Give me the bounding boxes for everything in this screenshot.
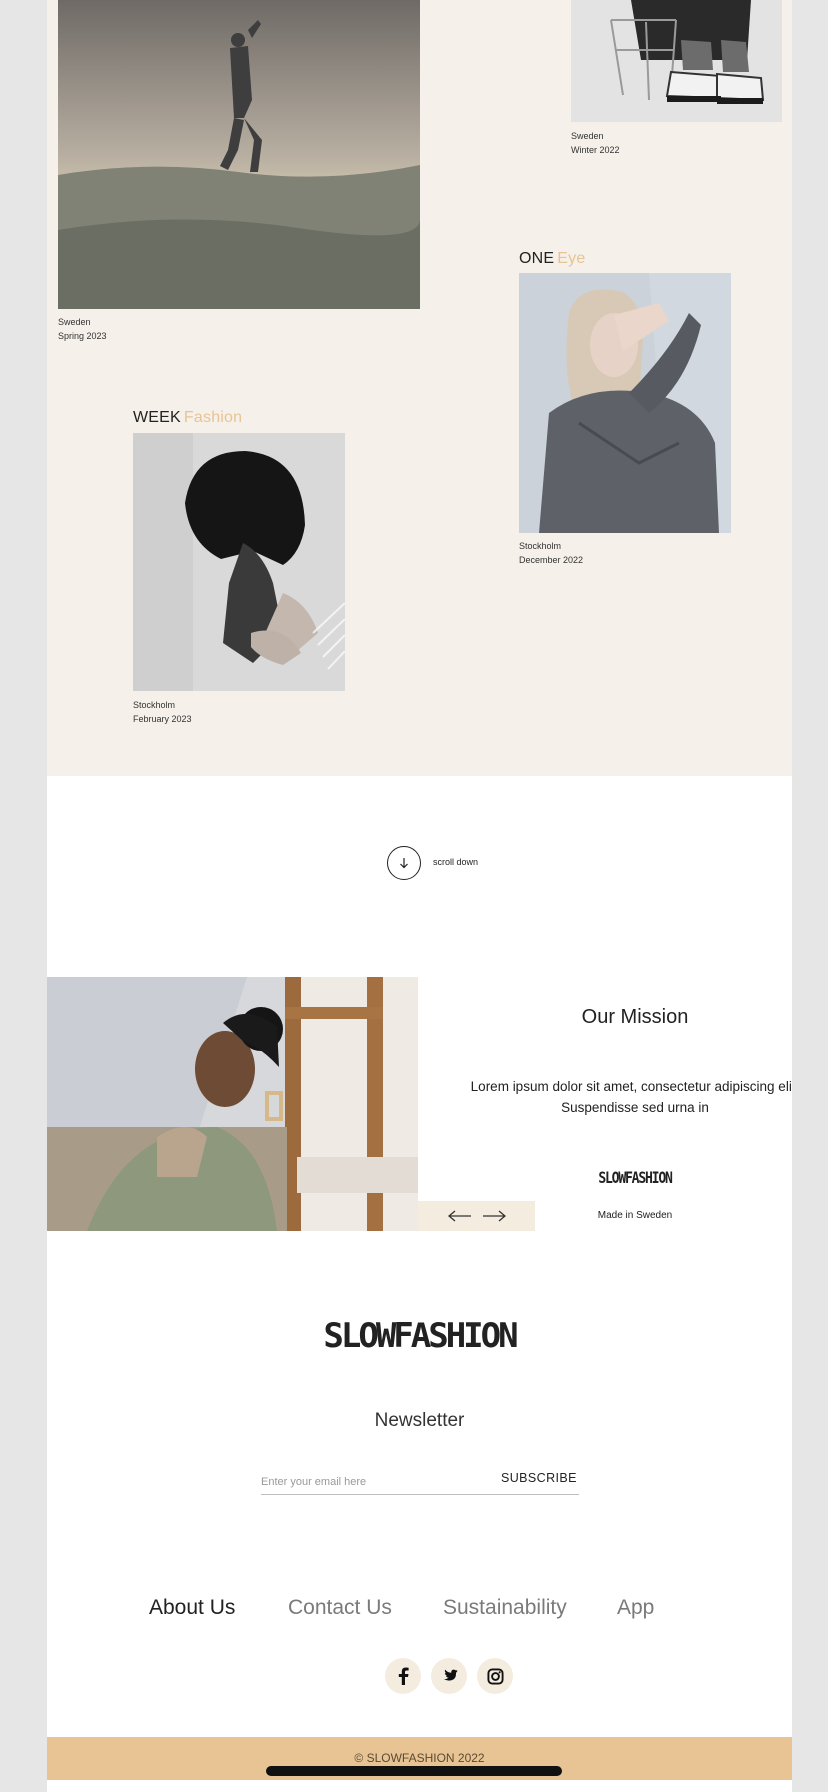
item3-title-main: ONE bbox=[519, 250, 555, 267]
photo-landscape-image bbox=[58, 0, 420, 309]
photo-woman-bw-image bbox=[133, 433, 345, 691]
photo-sweden-spring[interactable] bbox=[58, 0, 420, 309]
item4-title-accent: Fashion bbox=[183, 409, 243, 426]
caption-season: Winter 2022 bbox=[571, 145, 620, 155]
made-in-label: Made in Sweden bbox=[597, 1210, 673, 1221]
caption-item3: Stockholm December 2022 bbox=[519, 539, 583, 567]
scroll-down-button[interactable] bbox=[387, 846, 421, 880]
caption-location: Stockholm bbox=[133, 700, 176, 710]
copyright-text: © SLOWFASHION 2022 bbox=[354, 1751, 485, 1765]
caption-item2: Sweden Winter 2022 bbox=[571, 129, 620, 157]
mission-title: Our Mission bbox=[581, 1006, 689, 1028]
home-indicator[interactable] bbox=[266, 1766, 562, 1776]
item3-title-accent: Eye bbox=[557, 250, 586, 267]
caption-location: Sweden bbox=[571, 131, 604, 141]
brand-logo[interactable]: SLOWFASHION bbox=[47, 1316, 792, 1356]
facebook-button[interactable] bbox=[385, 1658, 421, 1694]
email-underline bbox=[261, 1494, 579, 1495]
photo-mission bbox=[47, 977, 418, 1231]
nav-about-us[interactable]: About Us bbox=[149, 1596, 235, 1620]
mission-brand-logo: SLOWFASHION bbox=[598, 1168, 673, 1187]
facebook-icon bbox=[398, 1667, 409, 1685]
newsletter-title: Newsletter bbox=[374, 1410, 465, 1431]
arrow-down-icon bbox=[400, 858, 408, 869]
photo-woman-blonde-image bbox=[519, 273, 731, 533]
nav-app[interactable]: App bbox=[617, 1596, 654, 1620]
caption-item4: Stockholm February 2023 bbox=[133, 698, 192, 726]
caption-location: Stockholm bbox=[519, 541, 562, 551]
gallery-section: Sweden Spring 2023 Sweden Winter 2022 ON… bbox=[47, 0, 792, 776]
caption-location: Sweden bbox=[58, 317, 91, 327]
photo-week-fashion[interactable] bbox=[133, 433, 345, 691]
photo-sneakers-image bbox=[571, 0, 782, 122]
item4-title-main: WEEK bbox=[133, 409, 181, 426]
photo-woman-chair-image bbox=[47, 977, 418, 1231]
caption-season: Spring 2023 bbox=[58, 331, 107, 341]
caption-season: February 2023 bbox=[133, 714, 192, 724]
instagram-icon bbox=[486, 1667, 504, 1685]
nav-sustainability[interactable]: Sustainability bbox=[443, 1596, 567, 1620]
email-input[interactable] bbox=[261, 1472, 491, 1492]
item4-title: WEEK Fashion bbox=[133, 409, 242, 427]
photo-one-eye[interactable] bbox=[519, 273, 731, 533]
twitter-icon bbox=[443, 1669, 458, 1681]
mission-text: Lorem ipsum dolor sit amet, consectetur … bbox=[470, 1079, 792, 1115]
caption-season: December 2022 bbox=[519, 555, 584, 565]
scroll-down-label[interactable]: scroll down bbox=[433, 857, 478, 867]
twitter-button[interactable] bbox=[431, 1658, 467, 1694]
photo-sweden-winter[interactable] bbox=[571, 0, 782, 122]
caption-item1: Sweden Spring 2023 bbox=[58, 315, 107, 343]
item3-title: ONE Eye bbox=[519, 250, 585, 268]
page-frame: Sweden Spring 2023 Sweden Winter 2022 ON… bbox=[47, 0, 792, 1792]
subscribe-button[interactable]: SUBSCRIBE bbox=[501, 1471, 577, 1485]
nav-contact-us[interactable]: Contact Us bbox=[288, 1596, 392, 1620]
instagram-button[interactable] bbox=[477, 1658, 513, 1694]
